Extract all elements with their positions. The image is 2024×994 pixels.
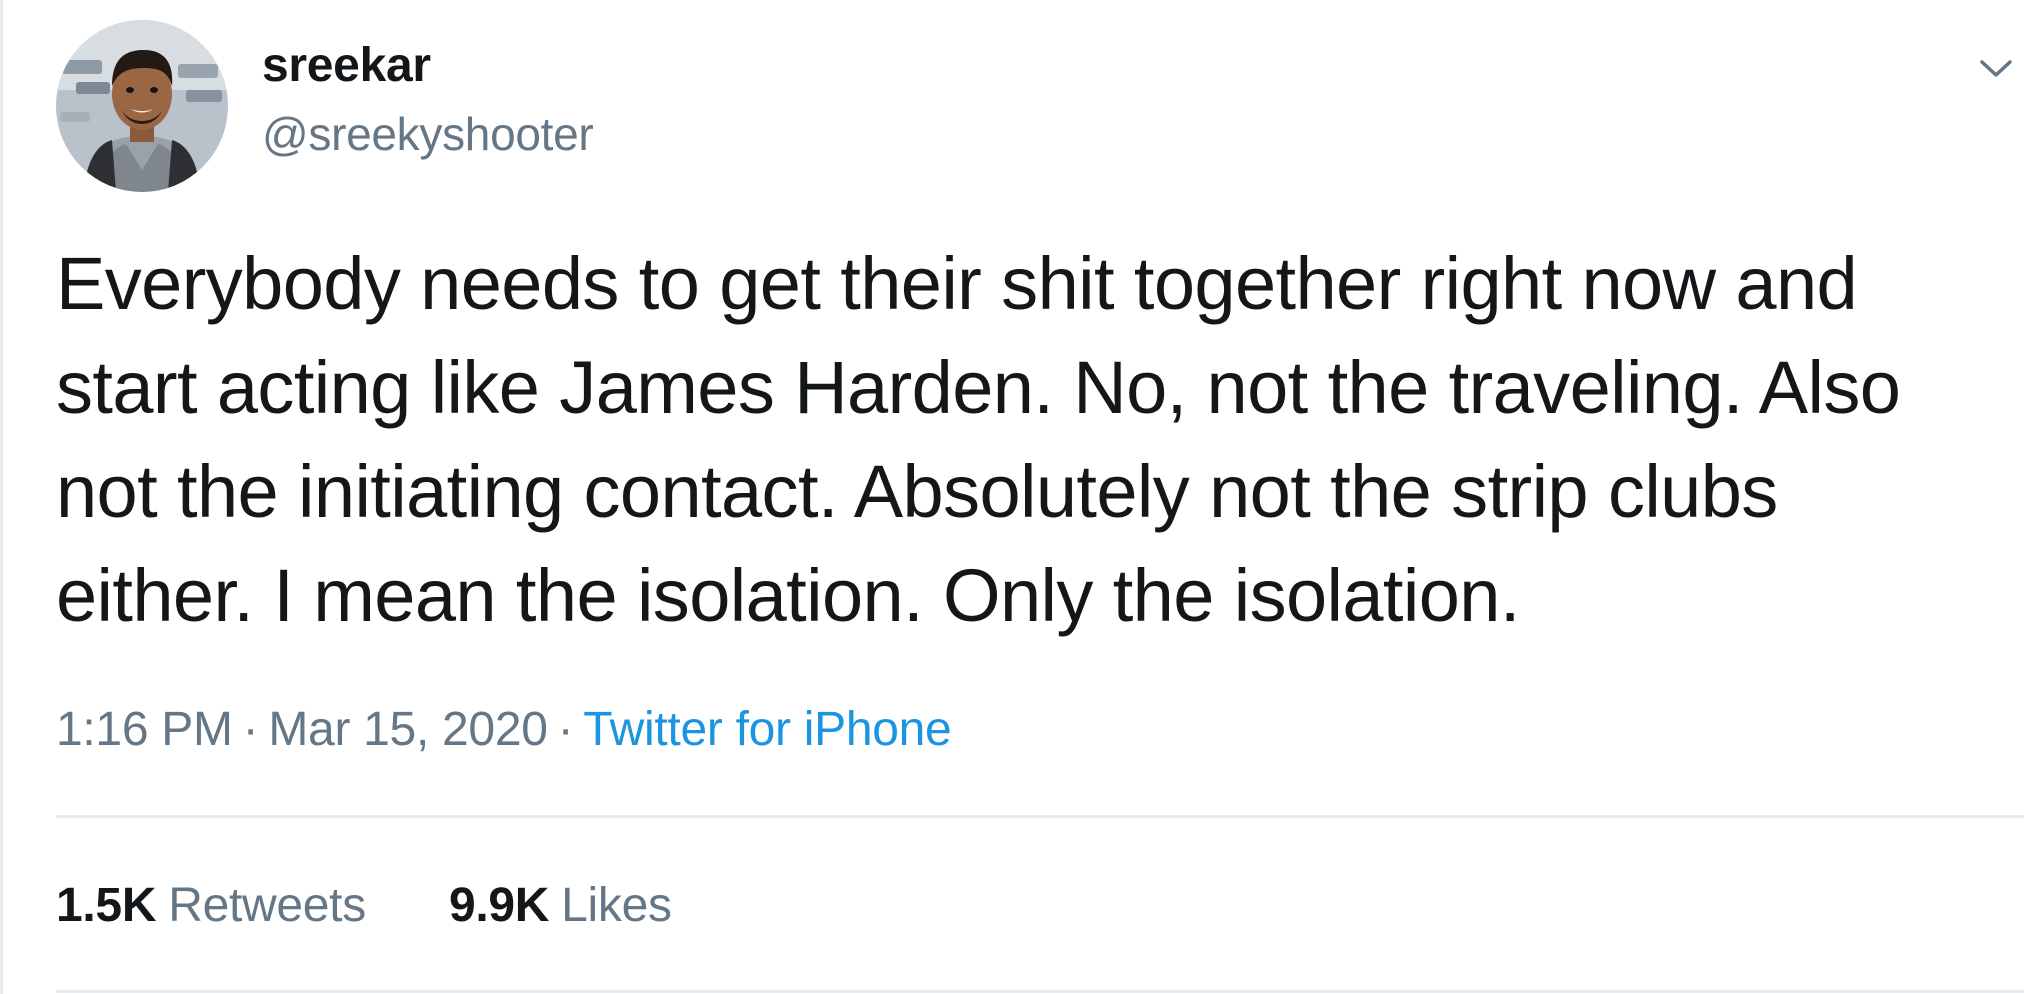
profile-photo-icon <box>56 20 228 192</box>
retweets-count: 1.5K <box>56 879 157 932</box>
tweet-source-link[interactable]: Twitter for iPhone <box>583 703 951 756</box>
divider <box>56 990 2024 993</box>
left-border <box>0 0 3 994</box>
tweet-time[interactable]: 1:16 PM <box>56 703 233 756</box>
tweet-date[interactable]: Mar 15, 2020 <box>268 703 548 756</box>
chevron-down-icon[interactable] <box>1976 48 2016 88</box>
tweet-text: Everybody needs to get their shit togeth… <box>56 232 2016 648</box>
tweet-text-line: either. I mean the isolation. Only the i… <box>56 554 1520 637</box>
tweet-stats: 1.5K Retweets 9.9K Likes <box>56 876 672 936</box>
likes-label: Likes <box>561 879 672 932</box>
author-names: sreekar @sreekyshooter <box>262 38 594 162</box>
meta-separator: · <box>242 703 259 756</box>
meta-separator: · <box>557 703 574 756</box>
tweet-header: sreekar @sreekyshooter <box>56 18 2016 194</box>
tweet-text-line: not the initiating contact. Absolutely n… <box>56 450 1778 533</box>
tweet-text-line: Everybody needs to get their shit togeth… <box>56 242 1858 325</box>
user-handle[interactable]: @sreekyshooter <box>262 106 594 162</box>
tweet-card: sreekar @sreekyshooter Everybody needs t… <box>56 0 2024 994</box>
tweet-metadata: 1:16 PM · Mar 15, 2020 · Twitter for iPhone <box>56 700 952 760</box>
likes-count: 9.9K <box>448 879 550 932</box>
display-name[interactable]: sreekar <box>262 38 593 94</box>
tweet-text-line: start acting like James Harden. No, not … <box>56 346 1901 429</box>
avatar[interactable] <box>56 20 228 192</box>
retweets-label: Retweets <box>168 879 366 932</box>
divider <box>56 815 2024 818</box>
likes-stat[interactable]: 9.9K Likes <box>449 876 672 936</box>
retweets-stat[interactable]: 1.5K Retweets <box>56 876 366 936</box>
